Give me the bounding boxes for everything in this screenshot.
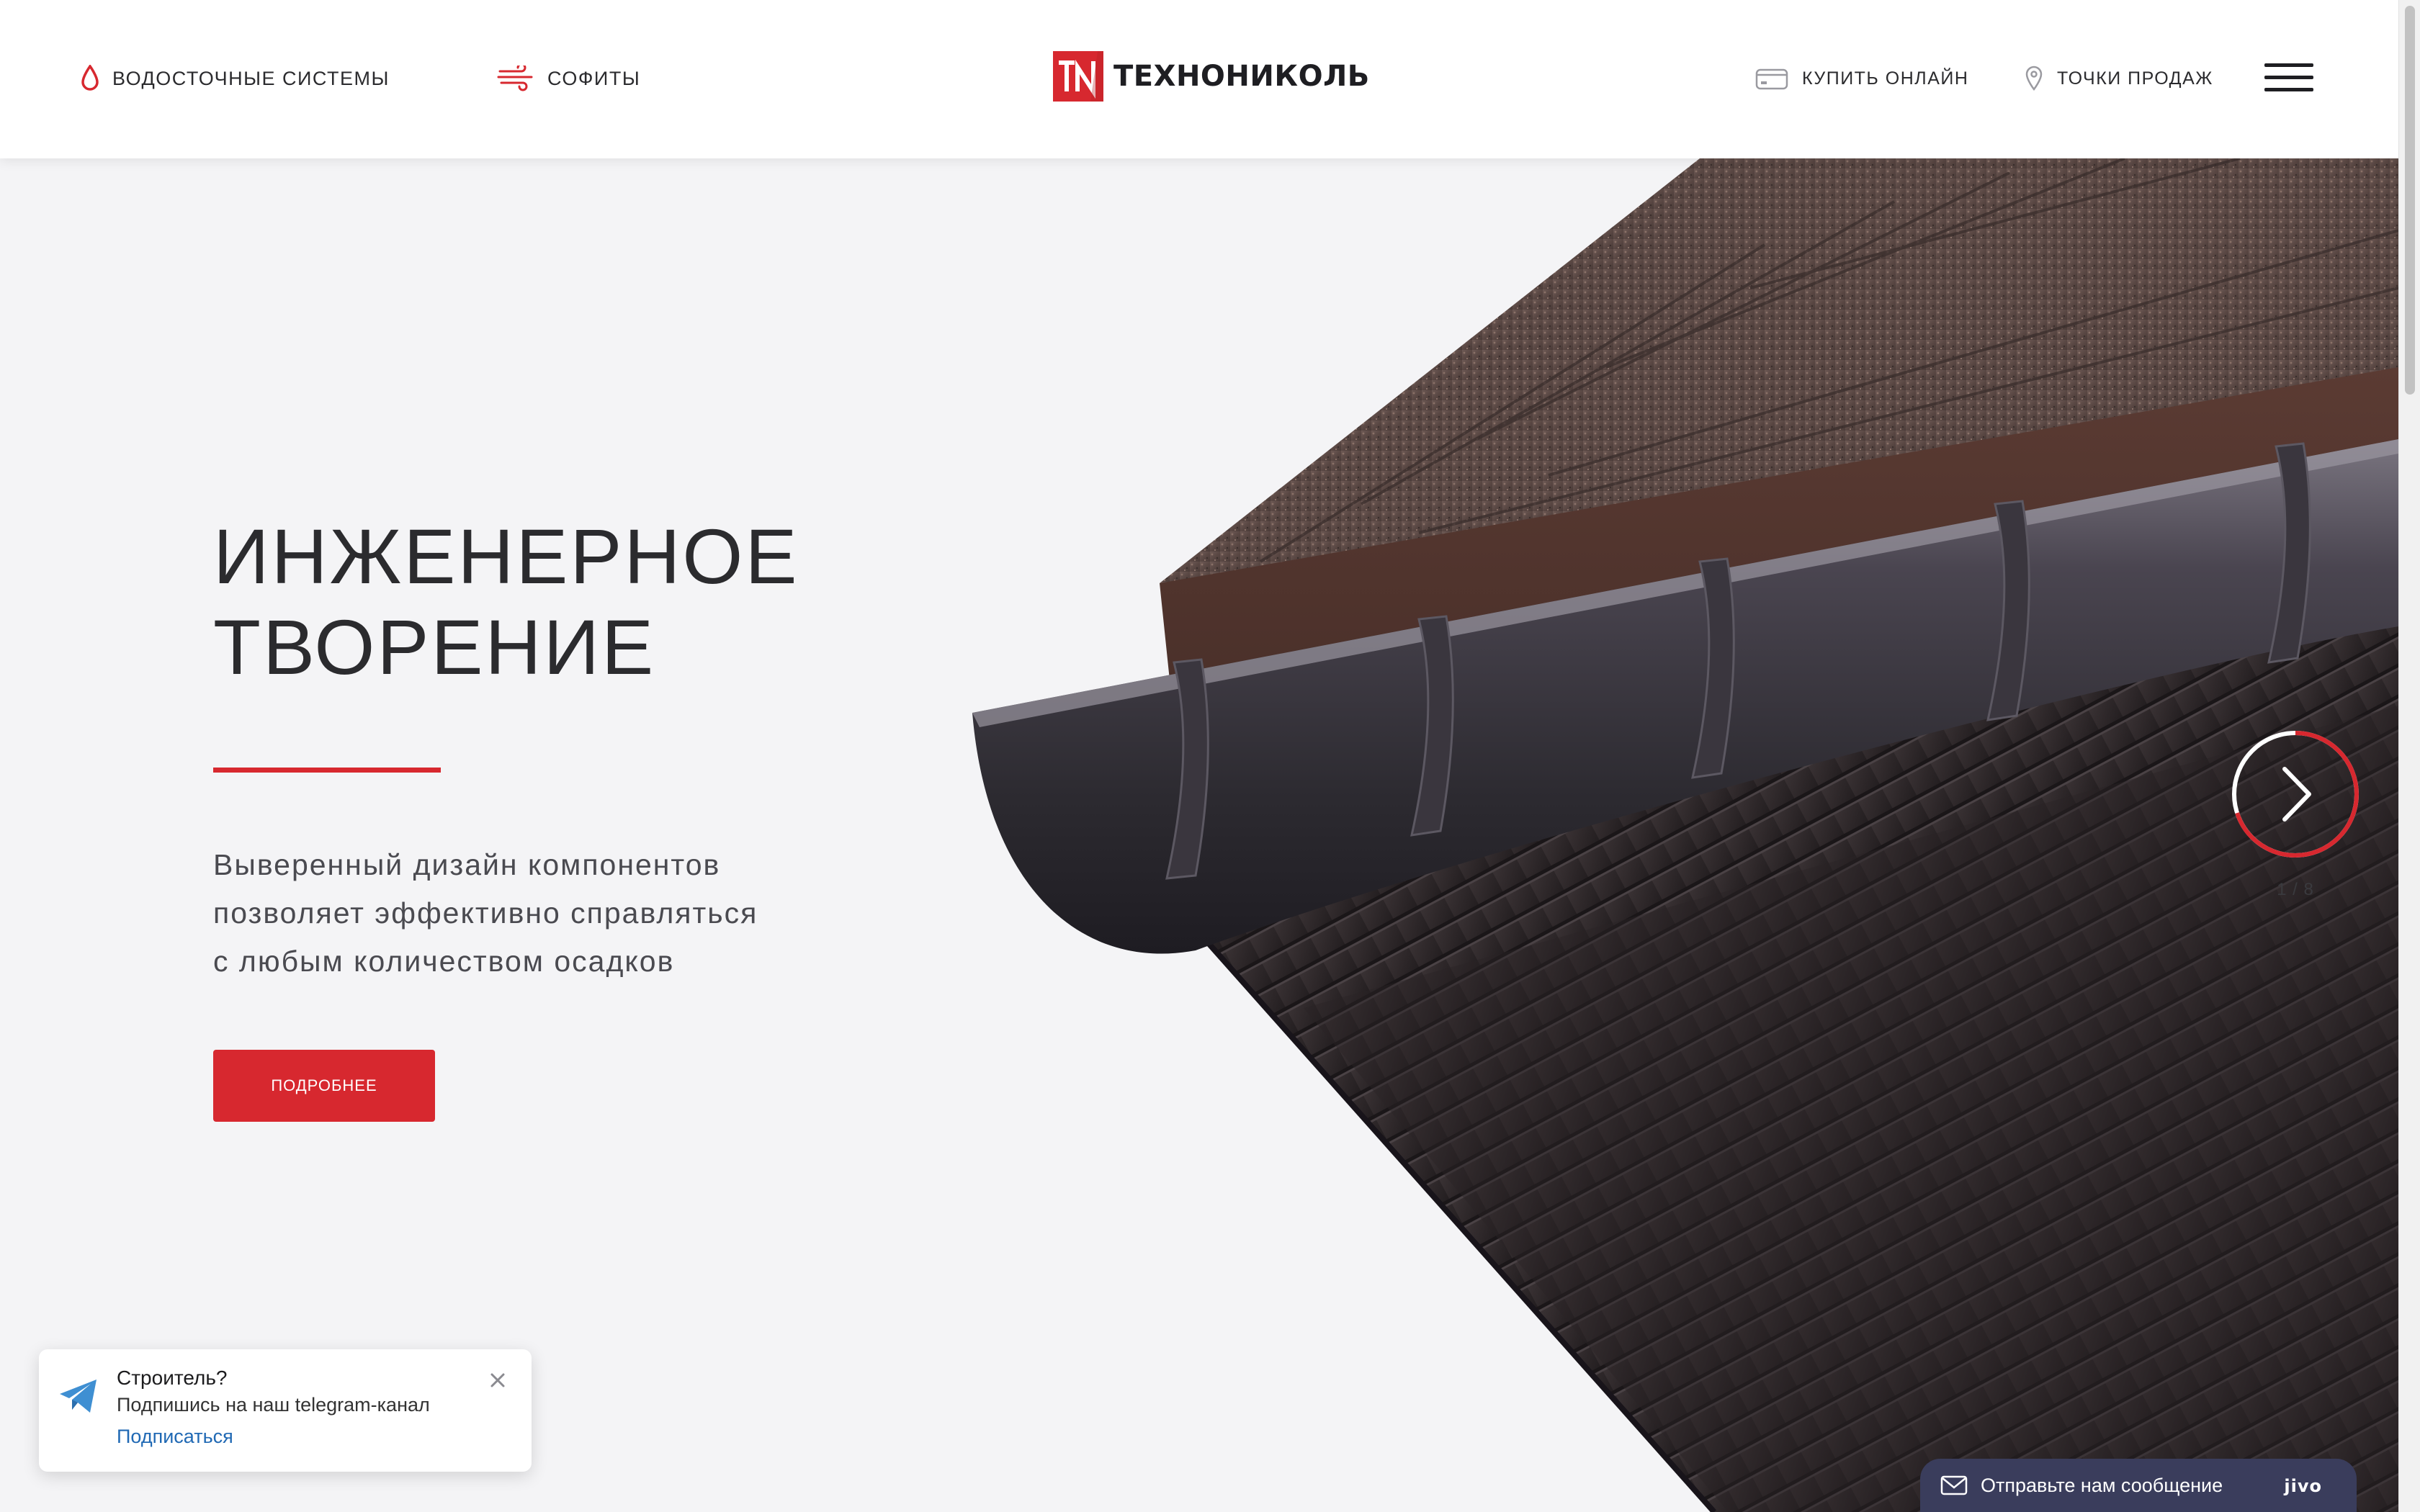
card-icon	[1755, 68, 1788, 90]
more-details-button[interactable]: Подробнее	[213, 1050, 435, 1122]
hero-title: Инженерное творение	[213, 511, 799, 693]
hero-description-line2: позволяет эффективно справляться	[213, 896, 758, 930]
nav-gutter-systems[interactable]: Водосточные системы	[81, 60, 390, 96]
map-pin-icon	[2025, 66, 2043, 91]
nav-buy-online-label: Купить онлайн	[1802, 68, 1969, 89]
jivo-logo: jivo	[2284, 1476, 2322, 1496]
chat-widget-button[interactable]: Отправьте нам сообщение jivo	[1920, 1459, 2357, 1512]
nav-soffits-label: Софиты	[547, 67, 641, 89]
hero-title-line2: творение	[213, 603, 656, 690]
slide-counter: 1 / 8	[2277, 880, 2314, 899]
scrollbar-thumb[interactable]	[2405, 6, 2415, 395]
nav-sales-points[interactable]: Точки продаж	[2024, 60, 2213, 96]
slider-next-button[interactable]	[2230, 729, 2361, 860]
brand-logo[interactable]: ТЕХНОНИКОЛЬ	[1053, 50, 1370, 102]
hero-description-line1: Выверенный дизайн компонентов	[213, 848, 721, 881]
logo-text: ТЕХНОНИКОЛЬ	[1113, 60, 1370, 93]
nav-sales-points-label: Точки продаж	[2057, 68, 2213, 89]
logo-mark-icon	[1053, 51, 1103, 102]
hamburger-menu-icon[interactable]	[2264, 63, 2313, 92]
chat-widget-label: Отправьте нам сообщение	[1981, 1474, 2223, 1496]
telegram-plane-icon	[60, 1380, 97, 1413]
nav-buy-online[interactable]: Купить онлайн	[1754, 60, 1968, 96]
wind-icon	[497, 66, 533, 91]
roof-gutter-illustration	[972, 158, 2398, 1512]
nav-gutter-systems-label: Водосточные системы	[112, 67, 390, 89]
mail-icon	[1940, 1475, 1968, 1495]
hero-description: Выверенный дизайн компонентов позволяет …	[213, 841, 804, 986]
site-header: Водосточные системы Софиты ТЕХНОНИКОЛЬ	[0, 0, 2398, 158]
hero-accent-divider	[213, 768, 441, 773]
chevron-right-icon	[2282, 767, 2311, 822]
telegram-popup-title: Строитель?	[117, 1367, 228, 1389]
telegram-subscribe-link[interactable]: Подписаться	[117, 1426, 233, 1448]
close-icon[interactable]	[485, 1368, 510, 1392]
telegram-popup-text: Подпишись на наш telegram-канал	[117, 1394, 430, 1416]
hero-title-line1: Инженерное	[213, 513, 799, 600]
page-scrollbar[interactable]	[2398, 0, 2420, 1512]
hero-description-line3: с любым количеством осадков	[213, 945, 675, 978]
drop-icon	[81, 65, 99, 91]
telegram-popup: Строитель? Подпишись на наш telegram-кан…	[39, 1349, 532, 1472]
nav-soffits[interactable]: Софиты	[497, 60, 640, 96]
